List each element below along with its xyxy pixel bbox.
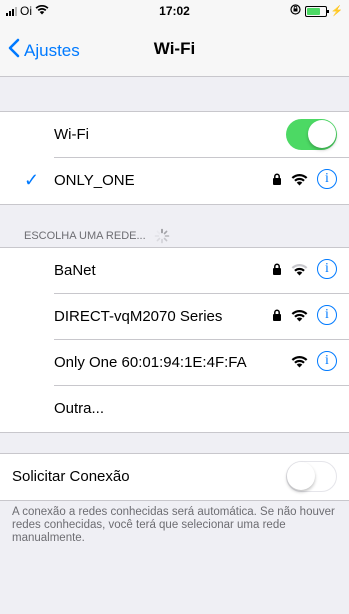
ask-to-join-description: A conexão a redes conhecidas será automá…: [12, 506, 335, 544]
lock-icon: [272, 173, 282, 185]
wifi-toggle-switch[interactable]: [286, 119, 337, 150]
ask-to-join-label: Solicitar Conexão: [12, 468, 130, 485]
lock-icon: [272, 309, 282, 321]
network-row[interactable]: Only One 60:01:94:1E:4F:FA i: [0, 340, 349, 386]
connected-network-row[interactable]: ✓ ONLY_ONE i: [0, 158, 349, 204]
loading-spinner-icon: [154, 228, 170, 244]
orientation-lock-icon: [289, 4, 301, 18]
other-network-row[interactable]: Outra...: [0, 386, 349, 432]
ask-to-join-group: Solicitar Conexão: [0, 453, 349, 501]
wifi-signal-icon: [291, 173, 308, 186]
wifi-signal-icon: [291, 355, 308, 368]
lock-icon: [272, 263, 282, 275]
toggle-knob: [287, 462, 315, 490]
wifi-toggle-label: Wi-Fi: [54, 126, 89, 143]
info-button[interactable]: i: [317, 305, 337, 325]
status-right: ⚡: [289, 4, 343, 18]
connected-network-name: ONLY_ONE: [54, 172, 135, 189]
network-status-icons: i: [272, 305, 337, 325]
wifi-signal-icon: [291, 263, 308, 276]
battery-icon: [304, 5, 329, 17]
ask-to-join-switch[interactable]: [286, 461, 337, 492]
network-row[interactable]: DIRECT-vqM2070 Series i: [0, 294, 349, 340]
network-name: DIRECT-vqM2070 Series: [54, 308, 223, 325]
network-name: Only One 60:01:94:1E:4F:FA: [54, 354, 247, 371]
page-title: Wi-Fi: [153, 39, 196, 58]
network-row[interactable]: BaNet i: [0, 248, 349, 294]
network-status-icons: i: [272, 169, 337, 189]
checkmark-icon: ✓: [24, 170, 40, 190]
info-button[interactable]: i: [317, 351, 337, 371]
network-status-icons: i: [272, 259, 337, 279]
networks-list: BaNet i DIRECT-vqM2070 Series i Only One…: [0, 247, 349, 433]
network-status-icons: i: [291, 351, 337, 371]
wifi-signal-icon: [291, 309, 308, 322]
navigation-bar: Ajustes Wi-Fi: [0, 22, 349, 77]
wifi-toggle-row: Wi-Fi: [0, 112, 349, 158]
charging-bolt-icon: ⚡: [330, 5, 343, 17]
info-button[interactable]: i: [317, 259, 337, 279]
network-name: BaNet: [54, 262, 96, 279]
other-network-label: Outra...: [54, 400, 105, 417]
status-bar: Oi 17:02 ⚡: [0, 0, 349, 22]
toggle-knob: [308, 120, 336, 148]
section-header: ESCOLHA UMA REDE...: [24, 228, 170, 244]
networks-header-label: ESCOLHA UMA REDE...: [24, 230, 146, 242]
info-button[interactable]: i: [317, 169, 337, 189]
wifi-group: Wi-Fi ✓ ONLY_ONE i: [0, 111, 349, 205]
ask-to-join-row: Solicitar Conexão: [0, 454, 349, 500]
